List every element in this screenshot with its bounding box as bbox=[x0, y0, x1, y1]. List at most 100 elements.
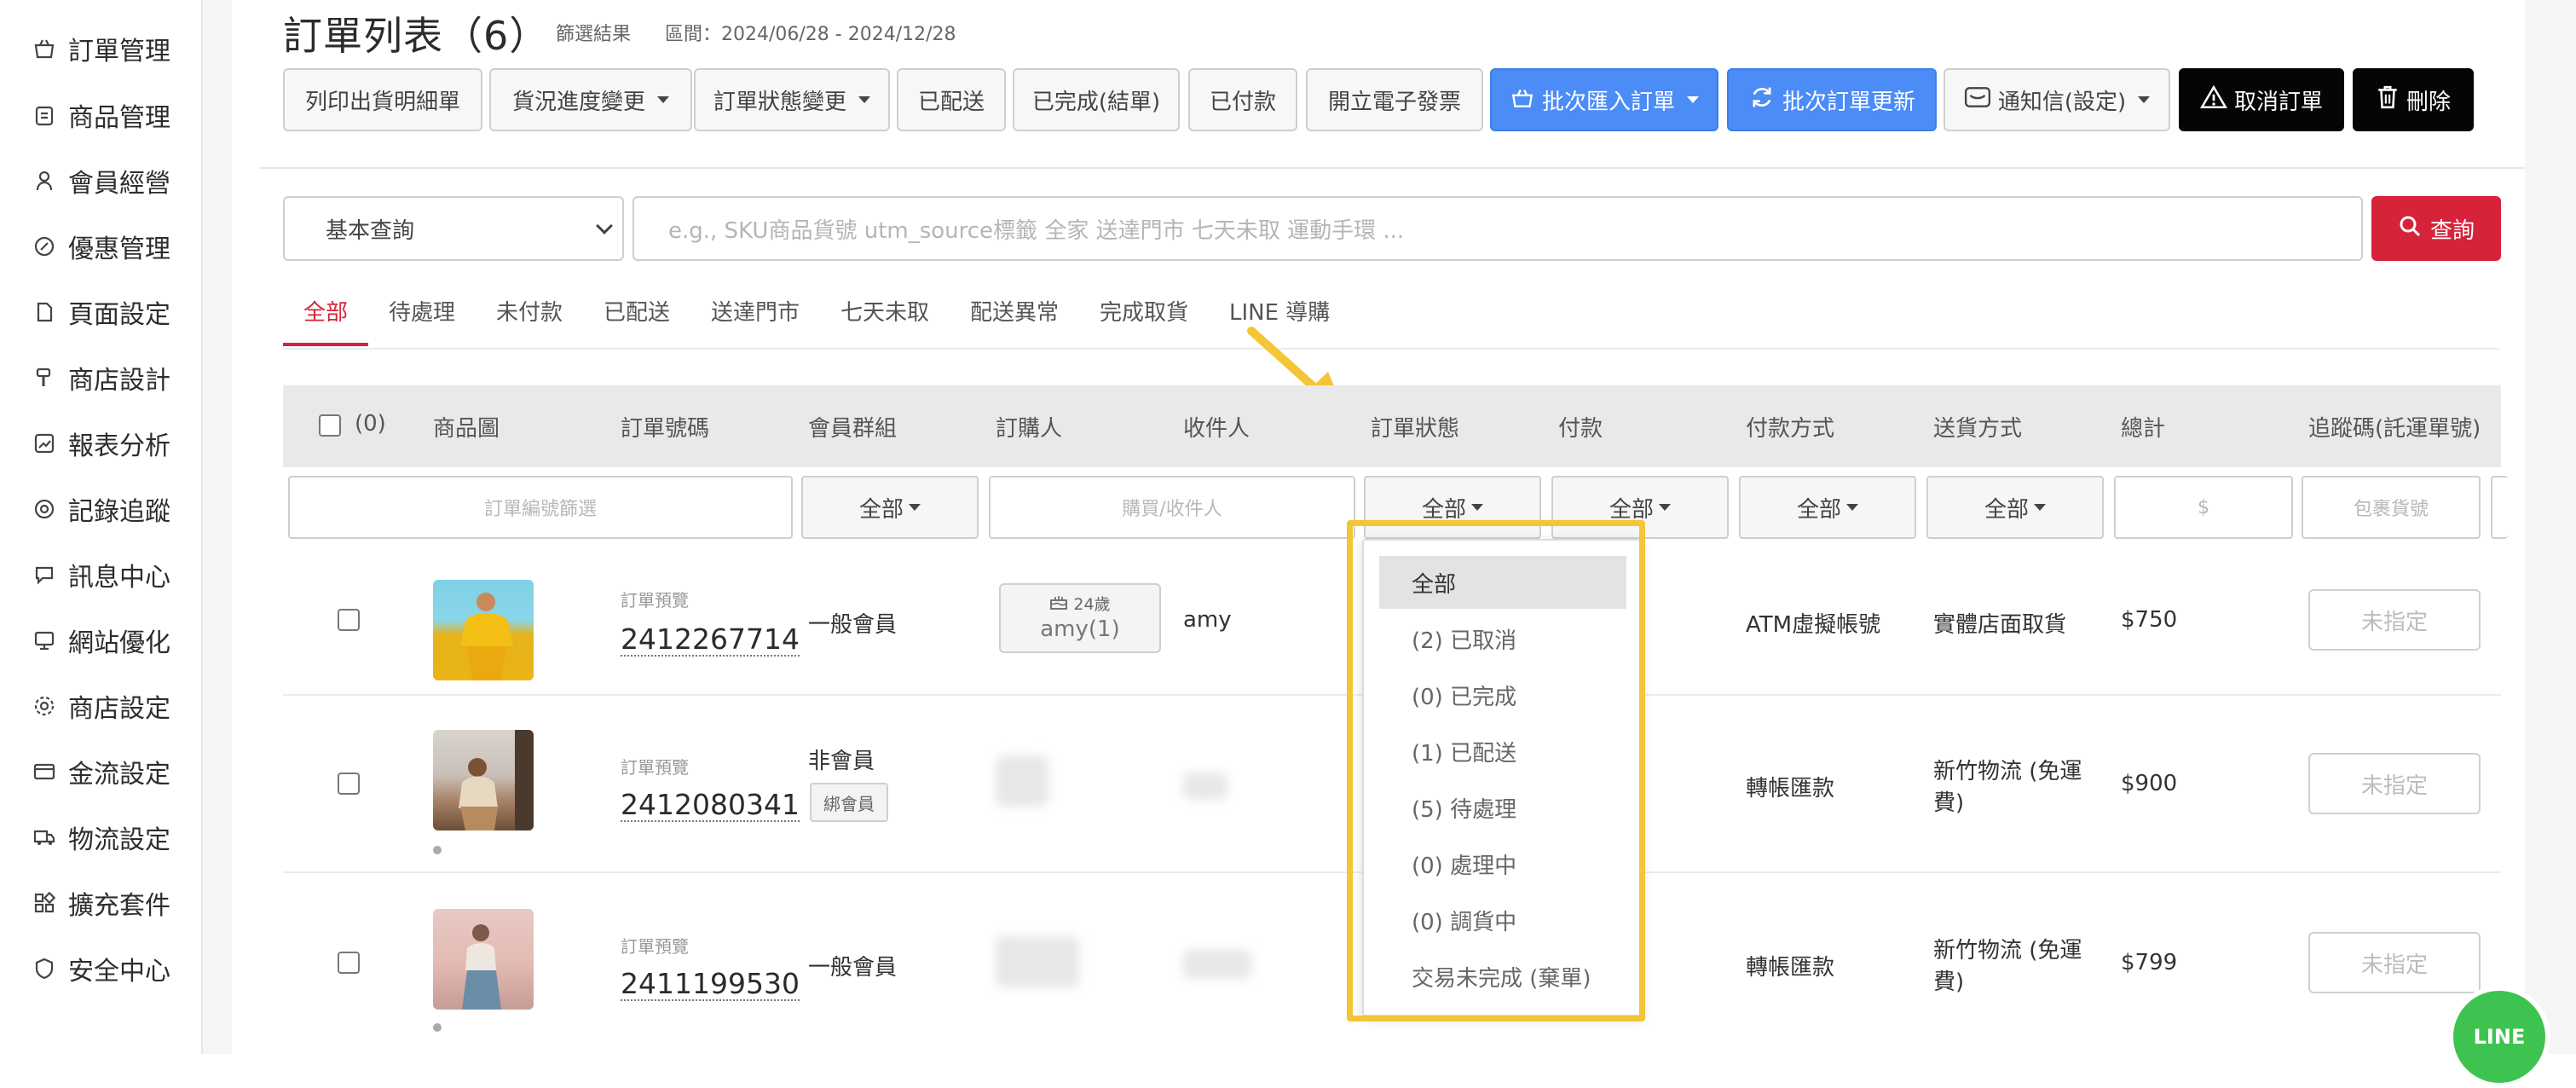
blurred-recipient bbox=[1183, 773, 1227, 800]
buyer-badge[interactable]: 24歲 amy(1) bbox=[999, 583, 1161, 653]
chart-icon bbox=[32, 431, 56, 455]
tab-unpaid[interactable]: 未付款 bbox=[496, 295, 563, 327]
filter-note: 篩選結果 bbox=[556, 24, 632, 45]
target-icon bbox=[32, 497, 56, 521]
sidebar-item-label: 頁面設定 bbox=[68, 300, 170, 330]
notification-settings-dropdown[interactable]: 通知信(設定) bbox=[1944, 68, 2170, 131]
search-mode-select[interactable]: 基本查詢 bbox=[283, 196, 624, 261]
mark-completed-button[interactable]: 已完成(結單) bbox=[1013, 68, 1180, 131]
card-icon bbox=[32, 760, 56, 784]
sidebar-item-payments[interactable]: 金流設定 bbox=[32, 755, 170, 790]
sidebar: 訂單管理 商品管理 會員經營 優惠管理 頁面設定 商店設計 報表分析 記錄追蹤 … bbox=[0, 0, 203, 1054]
column-header-recipient: 收件人 bbox=[1183, 416, 1250, 442]
payment-method: ATM虛擬帳號 bbox=[1746, 612, 1881, 638]
caret-down-icon bbox=[1687, 96, 1699, 103]
warning-icon bbox=[2199, 84, 2228, 116]
tab-pickup-completed[interactable]: 完成取貨 bbox=[1100, 295, 1188, 327]
sidebar-item-store-settings[interactable]: 商店設定 bbox=[32, 689, 170, 724]
sidebar-item-label: 安全中心 bbox=[68, 957, 170, 987]
row-checkbox[interactable] bbox=[338, 609, 360, 631]
order-number[interactable]: 2412080341 bbox=[621, 790, 800, 822]
page-icon bbox=[32, 300, 56, 324]
sidebar-item-seo[interactable]: 網站優化 bbox=[32, 623, 170, 658]
total-filter[interactable]: $ bbox=[2114, 476, 2293, 539]
member-group-filter[interactable]: 全部 bbox=[801, 476, 979, 539]
caret-down-icon bbox=[2034, 504, 2046, 511]
tracking-filter[interactable]: 包裹貨號 bbox=[2302, 476, 2481, 539]
buyer-recipient-filter[interactable]: 購買/收件人 bbox=[989, 476, 1355, 539]
shipping-filter[interactable]: 全部 bbox=[1926, 476, 2104, 539]
bind-member-button[interactable]: 綁會員 bbox=[810, 783, 888, 822]
blurred-buyer bbox=[996, 936, 1079, 987]
sidebar-item-discounts[interactable]: 優惠管理 bbox=[32, 229, 170, 264]
sidebar-item-pages[interactable]: 頁面設定 bbox=[32, 295, 170, 330]
batch-import-dropdown[interactable]: 批次匯入訂單 bbox=[1490, 68, 1718, 131]
sidebar-item-messages[interactable]: 訊息中心 bbox=[32, 558, 170, 593]
search-input[interactable]: e.g., SKU商品貨號 utm_source標籤 全家 送達門市 七天未取 … bbox=[632, 196, 2363, 261]
tab-seven-days-unpicked[interactable]: 七天未取 bbox=[840, 295, 929, 327]
header-divider bbox=[259, 167, 2525, 169]
row-checkbox[interactable] bbox=[338, 773, 360, 795]
search-icon bbox=[2398, 214, 2422, 244]
tracking-assign-button[interactable]: 未指定 bbox=[2308, 932, 2481, 993]
tab-pending[interactable]: 待處理 bbox=[389, 295, 455, 327]
search-button[interactable]: 查詢 bbox=[2371, 196, 2501, 261]
order-number[interactable]: 2411199530 bbox=[621, 969, 800, 1001]
order-number-filter[interactable]: 訂單編號篩選 bbox=[288, 476, 793, 539]
row-checkbox[interactable] bbox=[338, 952, 360, 974]
select-all-checkbox[interactable] bbox=[319, 414, 341, 437]
message-icon bbox=[32, 563, 56, 587]
order-number[interactable]: 2412267714 bbox=[621, 624, 800, 657]
sidebar-item-products[interactable]: 商品管理 bbox=[32, 98, 170, 133]
sidebar-item-logistics[interactable]: 物流設定 bbox=[32, 820, 170, 855]
tabs-divider bbox=[283, 348, 2499, 350]
payment-method-filter[interactable]: 全部 bbox=[1739, 476, 1916, 539]
sidebar-item-members[interactable]: 會員經營 bbox=[32, 164, 170, 199]
sidebar-item-label: 商店設計 bbox=[68, 366, 170, 396]
column-header-order-status: 訂單狀態 bbox=[1371, 416, 1460, 442]
print-shipping-details-button[interactable]: 列印出貨明細單 bbox=[283, 68, 482, 131]
batch-update-button[interactable]: 批次訂單更新 bbox=[1727, 68, 1937, 131]
mark-shipped-button[interactable]: 已配送 bbox=[897, 68, 1006, 131]
sidebar-item-design[interactable]: 商店設計 bbox=[32, 361, 170, 396]
discount-icon bbox=[32, 234, 56, 258]
line-chat-button[interactable]: LINE bbox=[2448, 986, 2550, 1088]
sidebar-item-security[interactable]: 安全中心 bbox=[32, 952, 170, 987]
shipping-progress-dropdown[interactable]: 貨況進度變更 bbox=[489, 68, 692, 131]
image-indicator-dot bbox=[433, 846, 442, 854]
product-image[interactable] bbox=[433, 580, 534, 680]
column-header-member-group: 會員群組 bbox=[808, 416, 898, 442]
delete-button[interactable]: 刪除 bbox=[2353, 68, 2474, 131]
product-image[interactable] bbox=[433, 909, 534, 1010]
tracking-assign-button[interactable]: 未指定 bbox=[2308, 753, 2481, 814]
member-group: 一般會員 bbox=[808, 612, 898, 638]
order-total: $799 bbox=[2121, 950, 2178, 975]
sidebar-item-reports[interactable]: 報表分析 bbox=[32, 426, 170, 461]
order-preview-label[interactable]: 訂單預覽 bbox=[621, 587, 689, 611]
order-status-change-dropdown[interactable]: 訂單狀態變更 bbox=[694, 68, 890, 131]
order-preview-label[interactable]: 訂單預覽 bbox=[621, 933, 689, 958]
cancel-order-button[interactable]: 取消訂單 bbox=[2179, 68, 2344, 131]
mark-paid-button[interactable]: 已付款 bbox=[1188, 68, 1297, 131]
tab-shipped[interactable]: 已配送 bbox=[604, 295, 670, 327]
caret-down-icon bbox=[858, 96, 870, 103]
chevron-down-icon bbox=[596, 217, 613, 234]
monitor-icon bbox=[32, 628, 56, 652]
sidebar-item-label: 擴充套件 bbox=[68, 891, 170, 921]
column-header-tracking: 追蹤碼(託運單號) bbox=[2308, 416, 2481, 442]
sidebar-item-tracking[interactable]: 記錄追蹤 bbox=[32, 492, 170, 527]
column-header-payment-method: 付款方式 bbox=[1746, 416, 1835, 442]
order-preview-label[interactable]: 訂單預覽 bbox=[621, 754, 689, 778]
tab-all[interactable]: 全部 bbox=[303, 295, 348, 327]
tracking-assign-button[interactable]: 未指定 bbox=[2308, 589, 2481, 651]
tab-delivery-exception[interactable]: 配送異常 bbox=[970, 295, 1059, 327]
product-image[interactable] bbox=[433, 730, 534, 830]
buyer-name: amy(1) bbox=[1040, 616, 1120, 642]
sidebar-item-label: 金流設定 bbox=[68, 760, 170, 790]
sidebar-item-extensions[interactable]: 擴充套件 bbox=[32, 886, 170, 921]
shield-icon bbox=[32, 957, 56, 981]
tab-arrived-store[interactable]: 送達門市 bbox=[711, 295, 800, 327]
sidebar-item-orders[interactable]: 訂單管理 bbox=[32, 32, 170, 67]
issue-invoice-button[interactable]: 開立電子發票 bbox=[1306, 68, 1483, 131]
member-group: 非會員 bbox=[808, 749, 875, 774]
